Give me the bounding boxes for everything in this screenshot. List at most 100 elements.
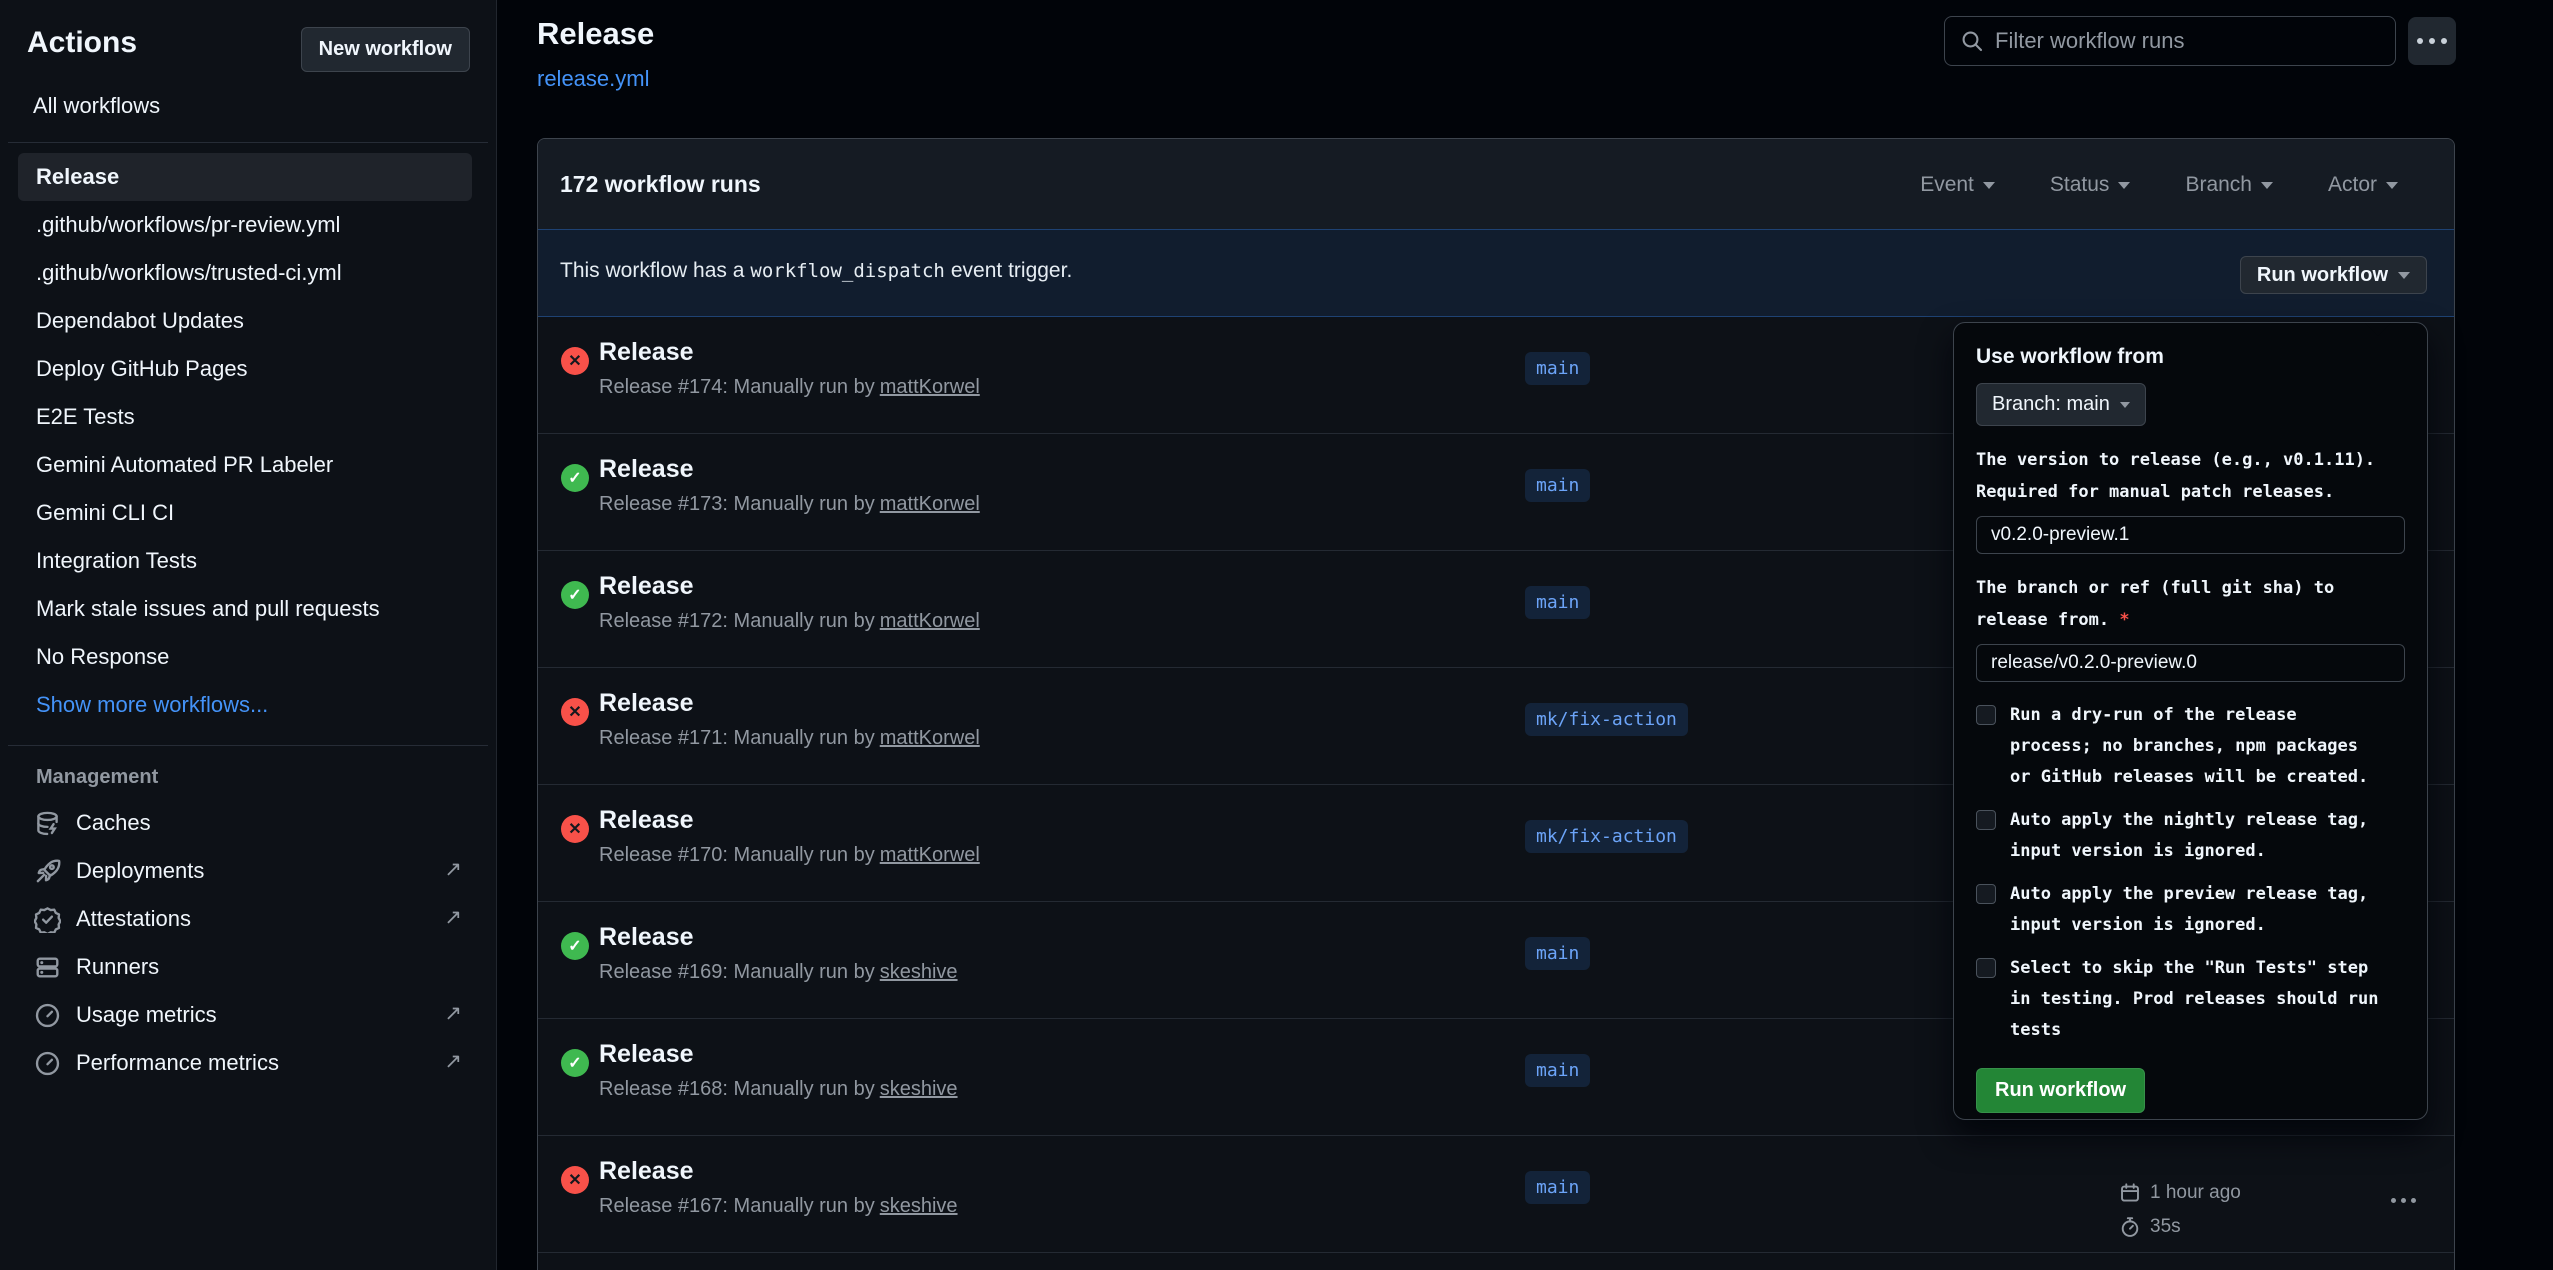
checkbox[interactable]: [1976, 884, 1996, 904]
sidebar-item-gemini-automated-pr-labeler[interactable]: Gemini Automated PR Labeler: [18, 441, 472, 489]
run-branch-badge[interactable]: main: [1525, 469, 1590, 502]
sidebar-item-usage-metrics[interactable]: Usage metrics ↗: [0, 992, 496, 1040]
sidebar-item-github-workflows-pr-review-yml[interactable]: .github/workflows/pr-review.yml: [18, 201, 472, 249]
filter-dropdown-event[interactable]: Event: [1920, 173, 1995, 197]
sidebar-item-deploy-github-pages[interactable]: Deploy GitHub Pages: [18, 345, 472, 393]
actions-sidebar: Actions New workflow All workflows Relea…: [0, 0, 497, 1270]
page-options-kebab-icon[interactable]: [2408, 17, 2456, 65]
search-icon: [1960, 29, 1984, 53]
workflow-run-row[interactable]: ✕ Release Release #167: Manually run bys…: [538, 1136, 2454, 1253]
external-link-icon: ↗: [444, 1049, 462, 1074]
run-workflow-submit-button[interactable]: Run workflow: [1976, 1068, 2145, 1113]
run-branch-badge[interactable]: main: [1525, 937, 1590, 970]
run-title-link[interactable]: Release: [599, 1157, 694, 1186]
checkbox[interactable]: [1976, 810, 1996, 830]
sidebar-workflow-label: Gemini CLI CI: [36, 500, 174, 525]
filter-dropdown-status[interactable]: Status: [2050, 173, 2131, 197]
sidebar-workflow-label: Gemini Automated PR Labeler: [36, 452, 333, 477]
required-asterisk: *: [2119, 610, 2129, 630]
run-meta: 1 hour ago 35s: [2119, 1176, 2241, 1244]
checkbox[interactable]: [1976, 958, 1996, 978]
sidebar-item-gemini-cli-ci[interactable]: Gemini CLI CI: [18, 489, 472, 537]
runs-filter-label: Branch: [2185, 173, 2252, 197]
sidebar-workflow-label: E2E Tests: [36, 404, 135, 429]
run-branch-badge[interactable]: mk/fix-action: [1525, 703, 1688, 736]
sidebar-item-deployments[interactable]: Deployments ↗: [0, 848, 496, 896]
run-description-text: Release #169: Manually run by: [599, 961, 875, 983]
management-header: Management: [36, 766, 158, 789]
run-title-link[interactable]: Release: [599, 689, 694, 718]
filter-dropdown-actor[interactable]: Actor: [2328, 173, 2398, 197]
run-title-link[interactable]: Release: [599, 455, 694, 484]
run-description-text: Release #173: Manually run by: [599, 493, 875, 515]
run-status-glyph: ✓: [568, 585, 581, 605]
run-time-line: 1 hour ago: [2119, 1176, 2241, 1210]
sidebar-item-show-more-workflows[interactable]: Show more workflows...: [18, 681, 472, 729]
filter-workflow-runs-input[interactable]: [1995, 28, 2380, 54]
new-workflow-button[interactable]: New workflow: [301, 27, 470, 72]
run-actor-link[interactable]: skeshive: [880, 1195, 958, 1217]
run-title-link[interactable]: Release: [599, 572, 694, 601]
run-duration-line: 35s: [2119, 1210, 2241, 1244]
meter-icon: [34, 1002, 61, 1029]
sidebar-item-mark-stale-issues-and-pull-requests[interactable]: Mark stale issues and pull requests: [18, 585, 472, 633]
x-circle-icon: ✕: [561, 1166, 589, 1194]
runs-count: 172 workflow runs: [560, 171, 761, 198]
sidebar-workflow-label: No Response: [36, 644, 169, 669]
run-branch-badge[interactable]: main: [1525, 586, 1590, 619]
sidebar-workflow-label: .github/workflows/pr-review.yml: [36, 212, 340, 237]
run-title-link[interactable]: Release: [599, 1040, 694, 1069]
branch-selector-button[interactable]: Branch: main: [1976, 383, 2146, 426]
dispatch-checkbox-row: Auto apply the nightly release tag, inpu…: [1976, 805, 2405, 867]
management-label: Caches: [76, 810, 151, 836]
runs-filter-label: Event: [1920, 173, 1974, 197]
partial-run-row: [538, 1253, 2454, 1270]
sidebar-item-no-response[interactable]: No Response: [18, 633, 472, 681]
sidebar-item-release[interactable]: Release: [18, 153, 472, 201]
run-title-link[interactable]: Release: [599, 923, 694, 952]
runs-filter-label: Status: [2050, 173, 2110, 197]
run-branch-badge[interactable]: main: [1525, 1171, 1590, 1204]
run-actor-link[interactable]: mattKorwel: [880, 376, 980, 398]
run-actor-link[interactable]: skeshive: [880, 961, 958, 983]
sidebar-item-attestations[interactable]: Attestations ↗: [0, 896, 496, 944]
chevron-down-icon: [1983, 182, 1995, 189]
run-options-kebab-icon[interactable]: [2391, 1198, 2416, 1203]
sidebar-item-caches[interactable]: Caches: [0, 800, 496, 848]
sidebar-workflow-label: Mark stale issues and pull requests: [36, 596, 380, 621]
check-circle-icon: ✓: [561, 581, 589, 609]
banner-text: This workflow has aworkflow_dispatcheven…: [560, 259, 1072, 283]
sidebar-item-runners[interactable]: Runners: [0, 944, 496, 992]
checkbox[interactable]: [1976, 705, 1996, 725]
workflow-dispatch-banner: This workflow has aworkflow_dispatcheven…: [538, 229, 2454, 317]
run-description: Release #170: Manually run bymattKorwel: [599, 844, 980, 867]
run-description: Release #168: Manually run byskeshive: [599, 1078, 958, 1101]
run-branch-badge[interactable]: mk/fix-action: [1525, 820, 1688, 853]
workflow-file-link[interactable]: release.yml: [537, 66, 649, 92]
filter-dropdown-branch[interactable]: Branch: [2185, 173, 2273, 197]
run-branch-badge[interactable]: main: [1525, 1054, 1590, 1087]
management-label: Attestations: [76, 906, 191, 932]
run-actor-link[interactable]: mattKorwel: [880, 844, 980, 866]
run-actor-link[interactable]: mattKorwel: [880, 493, 980, 515]
sidebar-item-all-workflows[interactable]: All workflows: [33, 93, 160, 119]
run-actor-link[interactable]: mattKorwel: [880, 727, 980, 749]
sidebar-item-performance-metrics[interactable]: Performance metrics ↗: [0, 1040, 496, 1088]
ref-input[interactable]: [1976, 644, 2405, 682]
checkbox-label: Run a dry-run of the release process; no…: [2010, 700, 2382, 793]
runs-card-header: 172 workflow runs Event Status Branch Ac…: [538, 139, 2454, 229]
sidebar-item-e2e-tests[interactable]: E2E Tests: [18, 393, 472, 441]
run-title-link[interactable]: Release: [599, 338, 694, 367]
run-branch-badge[interactable]: main: [1525, 352, 1590, 385]
rocket-icon: [34, 858, 61, 885]
run-workflow-dropdown-button[interactable]: Run workflow: [2240, 256, 2427, 294]
run-actor-link[interactable]: skeshive: [880, 1078, 958, 1100]
sidebar-item-integration-tests[interactable]: Integration Tests: [18, 537, 472, 585]
sidebar-item-github-workflows-trusted-ci-yml[interactable]: .github/workflows/trusted-ci.yml: [18, 249, 472, 297]
run-actor-link[interactable]: mattKorwel: [880, 610, 980, 632]
version-input[interactable]: [1976, 516, 2405, 554]
sidebar-item-dependabot-updates[interactable]: Dependabot Updates: [18, 297, 472, 345]
database-icon: [34, 810, 61, 837]
run-description: Release #174: Manually run bymattKorwel: [599, 376, 980, 399]
run-title-link[interactable]: Release: [599, 806, 694, 835]
